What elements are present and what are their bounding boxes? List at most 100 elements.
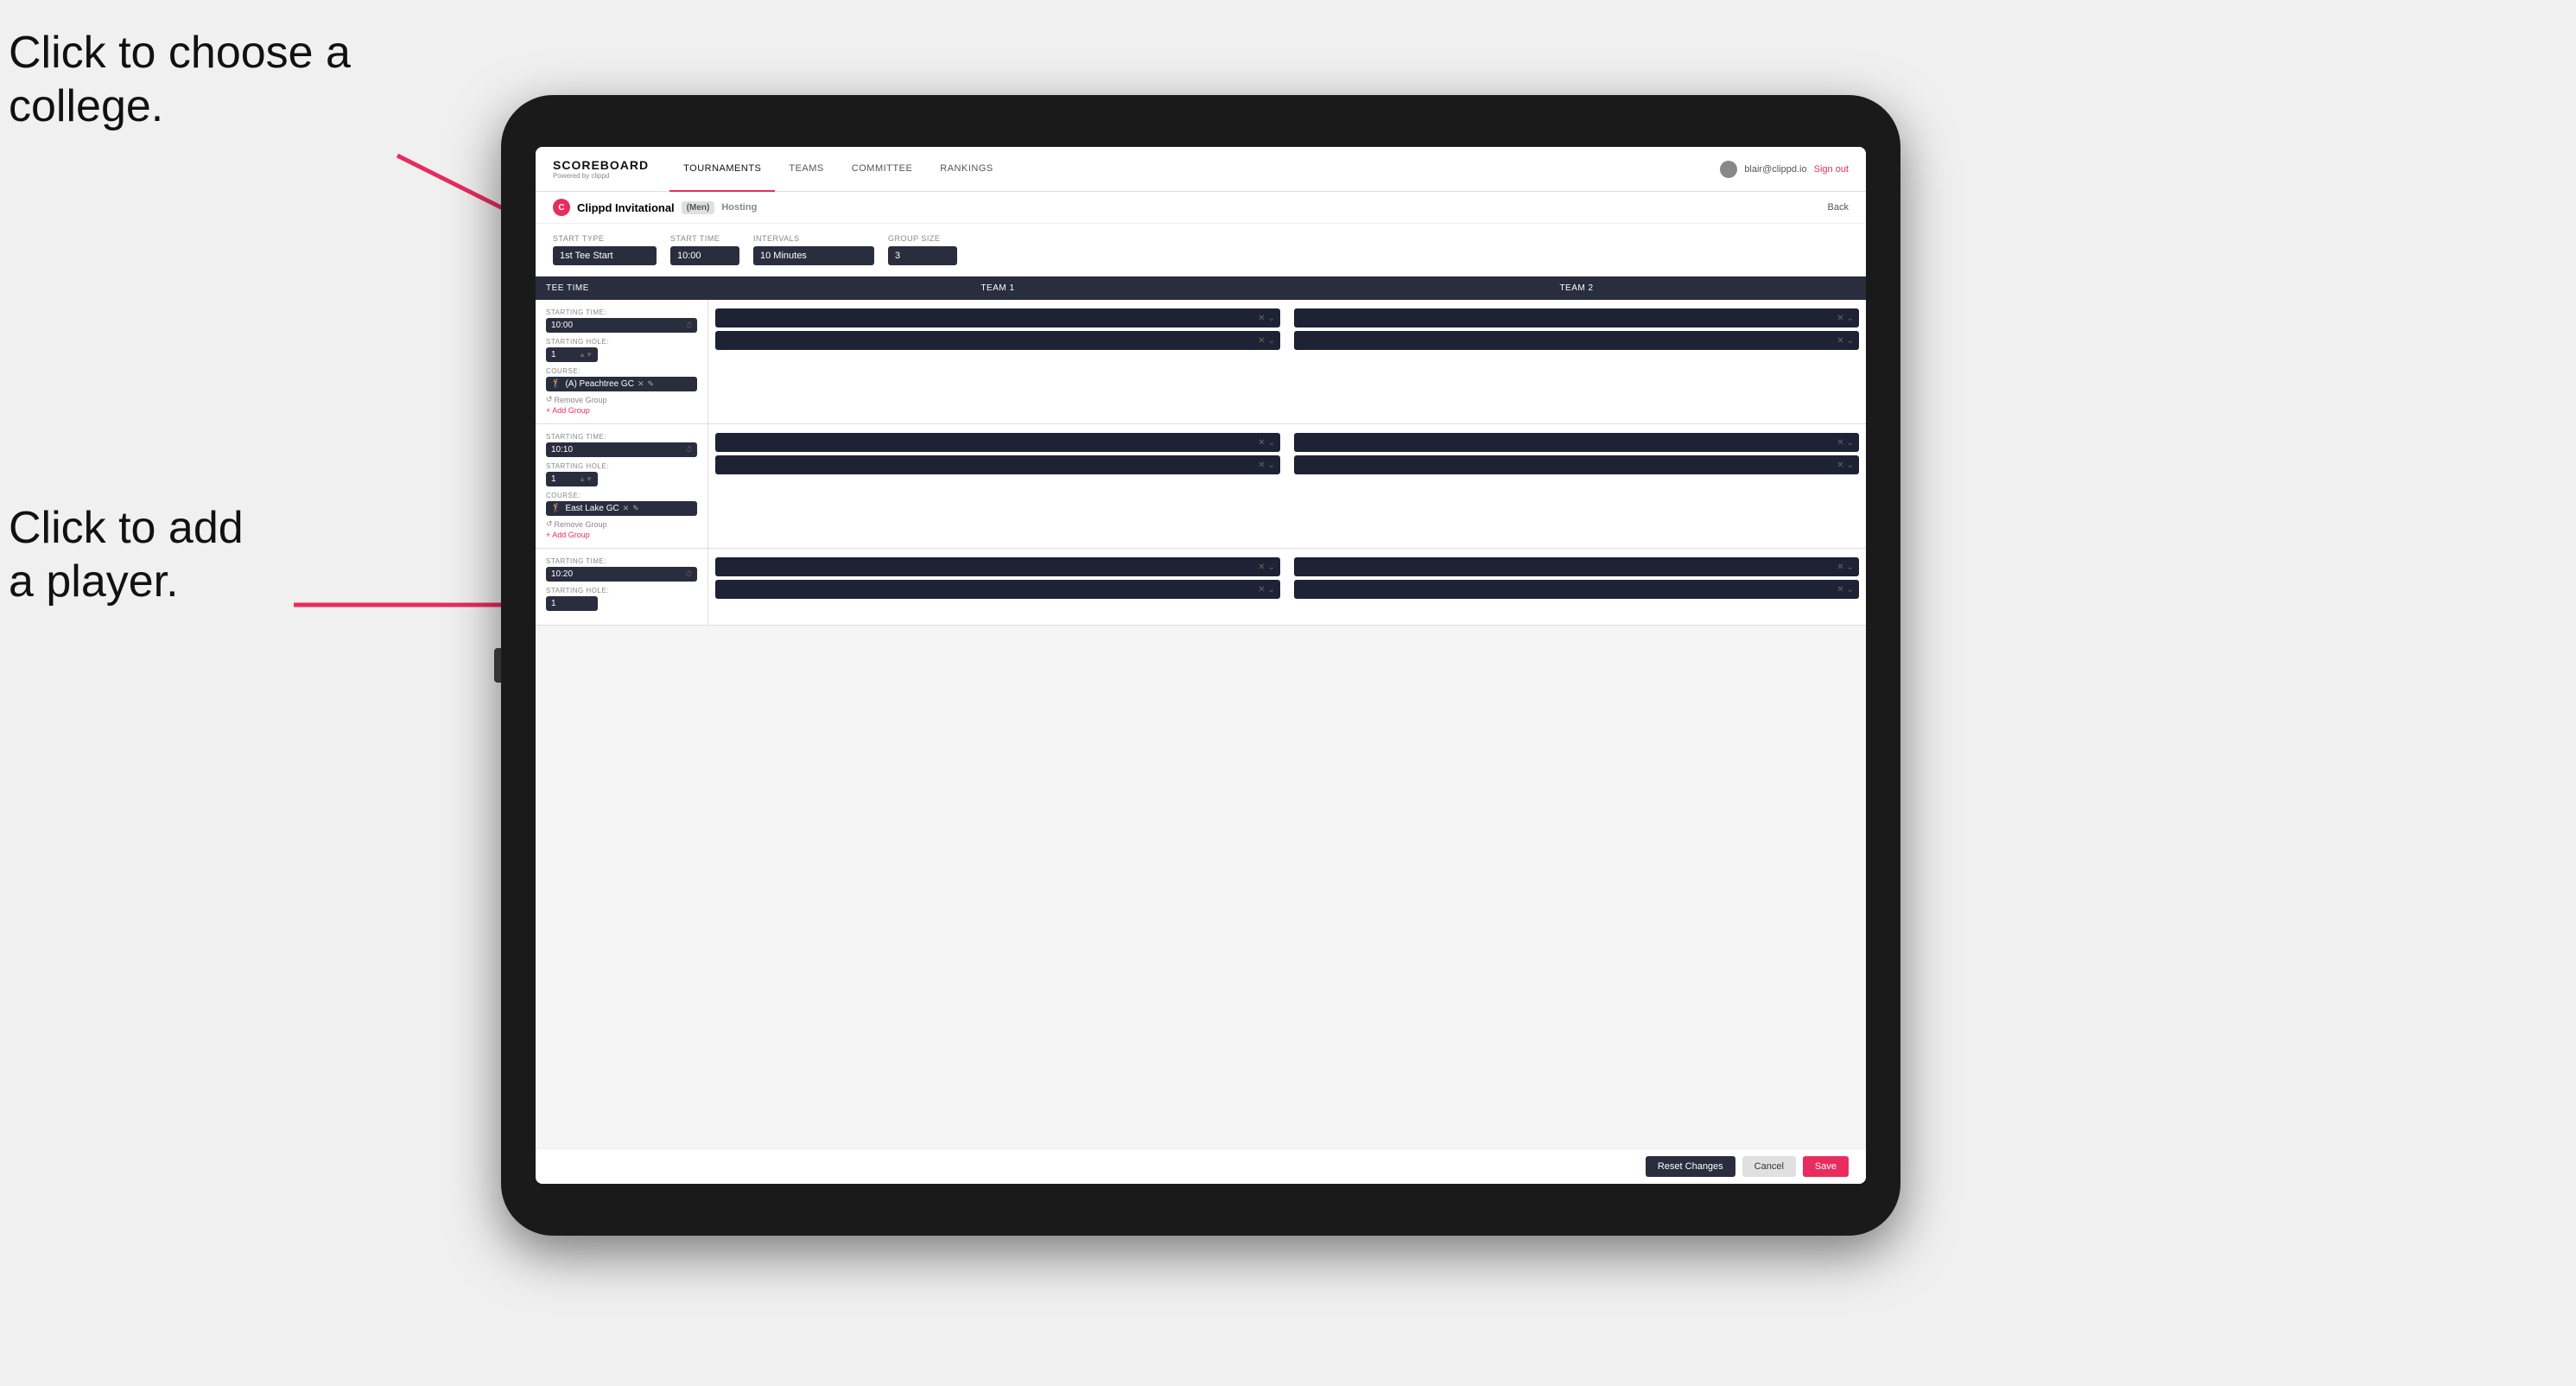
slot-chevron-btn[interactable]: ⌄ [1847, 314, 1854, 323]
player-slot-4-2[interactable]: ✕ ⌄ [1294, 455, 1859, 474]
slot-chevron-btn[interactable]: ⌄ [1847, 336, 1854, 346]
group-size-label: Group Size [888, 234, 957, 243]
starting-time-input-1[interactable]: 10:00 ⏱ [546, 318, 697, 333]
slot-x-btn[interactable]: ✕ [1837, 314, 1843, 323]
starting-hole-input-2[interactable]: 1 ▲▼ [546, 472, 598, 486]
player-slot-4-1[interactable]: ✕ ⌄ [1294, 433, 1859, 452]
player-slot-1-2[interactable]: ✕ ⌄ [715, 331, 1280, 350]
slot-chevron-btn[interactable]: ⌄ [1268, 563, 1275, 572]
main-content[interactable]: STARTING TIME: 10:00 ⏱ STARTING HOLE: 1 … [536, 300, 1866, 1148]
starting-hole-input-1[interactable]: 1 ▲▼ [546, 347, 598, 362]
slot-chevron-btn[interactable]: ⌄ [1268, 461, 1275, 470]
user-avatar [1720, 161, 1737, 178]
slot-actions: ✕ ⌄ [1258, 563, 1275, 572]
starting-hole-label-1: STARTING HOLE: [546, 338, 697, 346]
side-button[interactable] [494, 648, 501, 683]
annotation-add-player: Click to add a player. [9, 501, 244, 609]
player-slot-3-2[interactable]: ✕ ⌄ [715, 455, 1280, 474]
remove-group-btn-2[interactable]: ↺ Remove Group [546, 519, 697, 529]
starting-time-input-2[interactable]: 10:10 ⏱ [546, 442, 697, 457]
tee-time-col-3: STARTING TIME: 10:20 ⏱ STARTING HOLE: 1 [536, 549, 708, 625]
team1-col-1: ✕ ⌄ ✕ ⌄ [708, 300, 1287, 423]
nav-tab-committee[interactable]: COMMITTEE [838, 147, 927, 192]
add-group-btn-1[interactable]: + Add Group [546, 406, 697, 415]
slot-x-btn[interactable]: ✕ [1837, 563, 1843, 572]
gender-badge: (Men) [682, 201, 715, 214]
slot-chevron-btn[interactable]: ⌄ [1268, 585, 1275, 594]
team2-col-1: ✕ ⌄ ✕ ⌄ [1287, 300, 1866, 423]
slot-chevron-btn[interactable]: ⌄ [1268, 438, 1275, 448]
reset-button[interactable]: Reset Changes [1646, 1156, 1735, 1177]
add-group-btn-2[interactable]: + Add Group [546, 531, 697, 539]
starting-time-input-3[interactable]: 10:20 ⏱ [546, 567, 697, 582]
slot-actions: ✕ ⌄ [1837, 585, 1854, 594]
player-slot-2-1[interactable]: ✕ ⌄ [1294, 308, 1859, 327]
annotation-line1: Click to choose a [9, 28, 351, 78]
nav-tab-rankings[interactable]: RANKINGS [926, 147, 1006, 192]
nav-tab-teams[interactable]: TEAMS [775, 147, 837, 192]
slot-chevron-btn[interactable]: ⌄ [1268, 336, 1275, 346]
player-slot-6-2[interactable]: ✕ ⌄ [1294, 580, 1859, 599]
starting-hole-label-3: STARTING HOLE: [546, 587, 697, 594]
team1-col-3: ✕ ⌄ ✕ ⌄ [708, 549, 1287, 625]
tee-time-col-1: STARTING TIME: 10:00 ⏱ STARTING HOLE: 1 … [536, 300, 708, 423]
schedule-row-2: STARTING TIME: 10:10 ⏱ STARTING HOLE: 1 … [536, 424, 1866, 549]
slot-x-btn[interactable]: ✕ [1258, 563, 1265, 572]
remove-group-btn-1[interactable]: ↺ Remove Group [546, 395, 697, 404]
course-label-2: COURSE: [546, 492, 697, 499]
starting-time-label-1: STARTING TIME: [546, 308, 697, 316]
slot-x-btn[interactable]: ✕ [1837, 585, 1843, 594]
slot-x-btn[interactable]: ✕ [1837, 461, 1843, 470]
sub-header: C Clippd Invitational (Men) Hosting Back [536, 192, 1866, 224]
player-slot-5-1[interactable]: ✕ ⌄ [715, 557, 1280, 576]
start-time-label: Start Time [670, 234, 739, 243]
group-size-select[interactable]: 3 [888, 246, 957, 265]
course-label-1: COURSE: [546, 367, 697, 375]
sign-out-link[interactable]: Sign out [1814, 164, 1849, 175]
intervals-select[interactable]: 10 Minutes [753, 246, 874, 265]
starting-time-label-3: STARTING TIME: [546, 557, 697, 565]
slot-x-btn[interactable]: ✕ [1258, 461, 1265, 470]
player-slot-5-2[interactable]: ✕ ⌄ [715, 580, 1280, 599]
course-edit-2[interactable]: ✎ [632, 504, 639, 513]
slot-x-btn[interactable]: ✕ [1837, 336, 1843, 346]
course-remove-2[interactable]: ✕ [623, 504, 630, 513]
course-edit-1[interactable]: ✎ [647, 379, 654, 389]
slot-chevron-btn[interactable]: ⌄ [1847, 438, 1854, 448]
annotation-line2: college. [9, 81, 163, 131]
save-button[interactable]: Save [1803, 1156, 1849, 1177]
player-slot-2-2[interactable]: ✕ ⌄ [1294, 331, 1859, 350]
back-button[interactable]: Back [1828, 202, 1849, 213]
team1-col-2: ✕ ⌄ ✕ ⌄ [708, 424, 1287, 548]
slot-chevron-btn[interactable]: ⌄ [1847, 585, 1854, 594]
starting-hole-input-3[interactable]: 1 [546, 596, 598, 611]
slot-x-btn[interactable]: ✕ [1258, 585, 1265, 594]
start-type-select[interactable]: 1st Tee Start [553, 246, 657, 265]
slot-x-btn[interactable]: ✕ [1258, 336, 1265, 346]
course-tag-2[interactable]: 🏌️ East Lake GC ✕ ✎ [546, 501, 697, 516]
logo-sub: Powered by clippd [553, 172, 649, 180]
start-time-input[interactable] [670, 246, 739, 265]
cancel-button[interactable]: Cancel [1742, 1156, 1796, 1177]
tablet-device: SCOREBOARD Powered by clippd TOURNAMENTS… [501, 95, 1900, 1236]
schedule-row-1: STARTING TIME: 10:00 ⏱ STARTING HOLE: 1 … [536, 300, 1866, 424]
slot-x-btn[interactable]: ✕ [1258, 438, 1265, 448]
logo-text: SCOREBOARD [553, 158, 649, 172]
logo-area: SCOREBOARD Powered by clippd [553, 158, 649, 180]
course-tag-1[interactable]: 🏌️ (A) Peachtree GC ✕ ✎ [546, 377, 697, 391]
slot-actions: ✕ ⌄ [1258, 585, 1275, 594]
slot-actions: ✕ ⌄ [1258, 461, 1275, 470]
hosting-badge: Hosting [721, 202, 757, 213]
slot-x-btn[interactable]: ✕ [1837, 438, 1843, 448]
course-remove-1[interactable]: ✕ [638, 379, 644, 389]
tournament-name: Clippd Invitational [577, 201, 675, 214]
slot-x-btn[interactable]: ✕ [1258, 314, 1265, 323]
slot-chevron-btn[interactable]: ⌄ [1847, 461, 1854, 470]
player-slot-6-1[interactable]: ✕ ⌄ [1294, 557, 1859, 576]
nav-tab-tournaments[interactable]: TOURNAMENTS [669, 147, 775, 192]
slot-chevron-btn[interactable]: ⌄ [1847, 563, 1854, 572]
slot-actions: ✕ ⌄ [1837, 438, 1854, 448]
player-slot-3-1[interactable]: ✕ ⌄ [715, 433, 1280, 452]
slot-chevron-btn[interactable]: ⌄ [1268, 314, 1275, 323]
player-slot-1-1[interactable]: ✕ ⌄ [715, 308, 1280, 327]
